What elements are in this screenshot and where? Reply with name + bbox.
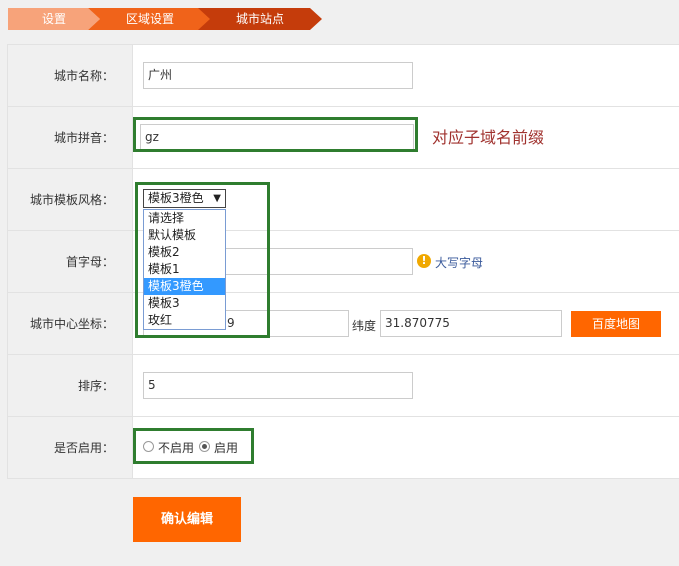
confirm-edit-button[interactable]: 确认编辑 xyxy=(133,497,241,542)
template-option[interactable]: 模板2 xyxy=(144,244,225,261)
city-name-label: 城市名称： xyxy=(7,45,133,106)
template-style-label: 城市模板风格： xyxy=(7,169,133,230)
uppercase-hint: 大写字母 xyxy=(435,256,484,270)
caret-down-icon: ▼ xyxy=(213,193,221,204)
city-pinyin-input[interactable]: gz xyxy=(140,124,414,151)
breadcrumb-label: 区域设置 xyxy=(125,12,174,26)
breadcrumb-label: 设置 xyxy=(41,12,66,26)
template-style-dropdown: 请选择 默认模板 模板2 模板1 模板3橙色 模板3 玫红 xyxy=(143,209,226,330)
template-option[interactable]: 玫红 xyxy=(144,312,225,329)
longitude-value: 9 xyxy=(227,316,235,330)
center-coords-label: 城市中心坐标： xyxy=(7,293,133,354)
city-name-input[interactable]: 广州 xyxy=(143,62,413,89)
breadcrumb-item-city-site[interactable]: 城市站点 xyxy=(198,8,322,30)
row-template-style: 城市模板风格： xyxy=(7,169,679,231)
row-enabled: 是否启用： xyxy=(7,417,679,479)
subdomain-prefix-note: 对应子域名前缀 xyxy=(432,128,545,147)
sort-label: 排序： xyxy=(7,355,133,416)
radio-enabled-label: 启用 xyxy=(214,441,239,455)
template-option[interactable]: 模板1 xyxy=(144,261,225,278)
latitude-label: 纬度 xyxy=(352,319,377,333)
template-option-highlighted[interactable]: 模板3橙色 xyxy=(144,278,225,295)
breadcrumb-item-settings[interactable]: 设置 xyxy=(8,8,100,30)
latitude-input[interactable]: 31.870775 xyxy=(380,310,562,337)
template-option[interactable]: 请选择 xyxy=(144,210,225,227)
initial-letter-label: 首字母： xyxy=(7,231,133,292)
template-option[interactable]: 默认模板 xyxy=(144,227,225,244)
enabled-label: 是否启用： xyxy=(7,417,133,478)
radio-disabled-label: 不启用 xyxy=(158,441,195,455)
sort-input[interactable]: 5 xyxy=(143,372,413,399)
template-selected-value: 模板3橙色 xyxy=(148,191,204,205)
breadcrumb-item-region[interactable]: 区域设置 xyxy=(88,8,212,30)
info-icon: ! xyxy=(417,254,431,268)
breadcrumb-label: 城市站点 xyxy=(235,12,284,26)
city-pinyin-label: 城市拼音： xyxy=(7,107,133,168)
radio-disabled[interactable] xyxy=(143,441,154,452)
breadcrumb: 设置 区域设置 城市站点 xyxy=(8,8,328,30)
template-style-select[interactable]: 模板3橙色 ▼ xyxy=(143,189,226,208)
radio-enabled[interactable] xyxy=(199,441,210,452)
template-option[interactable]: 模板3 xyxy=(144,295,225,312)
baidu-map-button[interactable]: 百度地图 xyxy=(571,311,661,337)
